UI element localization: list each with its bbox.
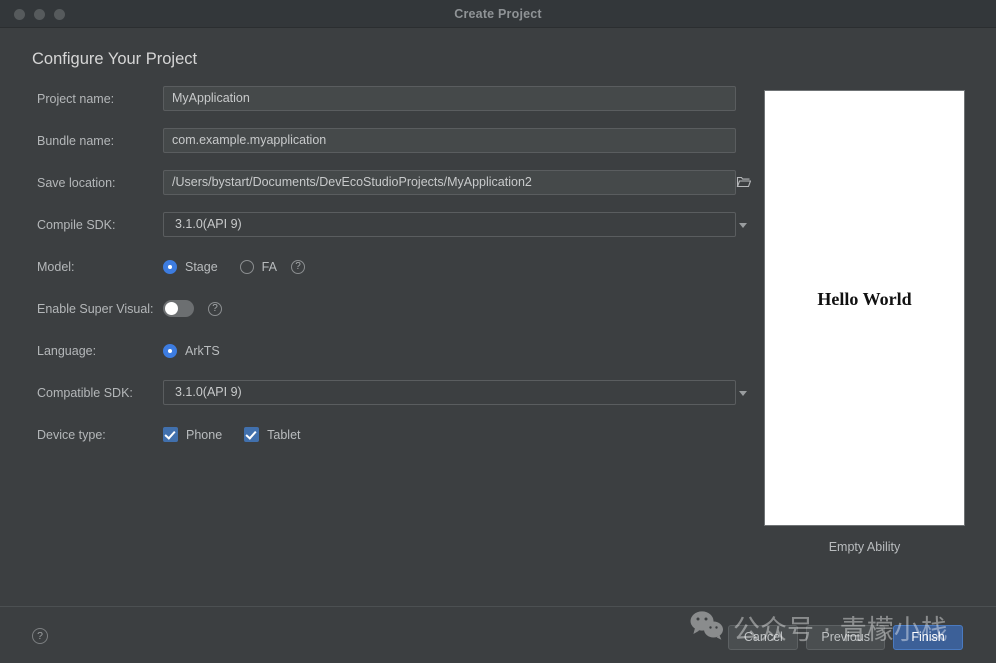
row-super-visual: Enable Super Visual: ? (0, 296, 760, 338)
radio-stage-label[interactable]: Stage (185, 260, 218, 274)
page-title: Configure Your Project (32, 50, 198, 68)
radio-fa[interactable] (239, 259, 254, 274)
device-type-label: Device type: (37, 428, 106, 442)
checkbox-tablet-label[interactable]: Tablet (267, 428, 300, 442)
dialog-body: Configure Your Project Project name: MyA… (0, 28, 996, 606)
radio-fa-label[interactable]: FA (262, 260, 277, 274)
project-name-label: Project name: (37, 92, 115, 106)
device-type-checkbox-group: Phone Tablet (163, 422, 315, 447)
row-project-name: Project name: MyApplication (0, 86, 760, 128)
preview-caption: Empty Ability (828, 540, 901, 554)
bundle-name-input[interactable]: com.example.myapplication (163, 128, 736, 153)
radio-arkts-label[interactable]: ArkTS (185, 344, 220, 358)
chevron-down-icon[interactable] (739, 391, 747, 396)
folder-icon[interactable] (736, 175, 752, 189)
chevron-down-icon[interactable] (739, 223, 747, 228)
project-name-input[interactable]: MyApplication (163, 86, 736, 111)
row-bundle-name: Bundle name: com.example.myapplication (0, 128, 760, 170)
save-location-input[interactable]: /Users/bystart/Documents/DevEcoStudioPro… (163, 170, 736, 195)
compile-sdk-label: Compile SDK: (37, 218, 116, 232)
window-titlebar: Create Project (0, 0, 996, 28)
compatible-sdk-select[interactable]: 3.1.0(API 9) (163, 380, 736, 405)
dialog-footer: ? Cancel Previous Finish (0, 606, 996, 663)
previous-button[interactable]: Previous (806, 625, 885, 650)
create-project-dialog: Create Project Configure Your Project Pr… (0, 0, 996, 663)
bundle-name-label: Bundle name: (37, 134, 115, 148)
language-label: Language: (37, 344, 97, 358)
row-device-type: Device type: Phone Tablet (0, 422, 760, 464)
checkbox-phone-label[interactable]: Phone (186, 428, 222, 442)
radio-stage[interactable] (163, 259, 177, 274)
radio-arkts[interactable] (163, 343, 177, 358)
footer-buttons: Cancel Previous Finish (728, 625, 963, 650)
row-language: Language: ArkTS (0, 338, 760, 380)
phone-preview-frame: Hello World (764, 90, 965, 526)
cancel-button[interactable]: Cancel (728, 625, 799, 650)
model-label: Model: (37, 260, 75, 274)
project-config-form: Project name: MyApplication Bundle name:… (0, 86, 760, 464)
super-visual-help-icon[interactable]: ? (208, 301, 222, 316)
finish-button[interactable]: Finish (893, 625, 963, 650)
compile-sdk-select[interactable]: 3.1.0(API 9) (163, 212, 736, 237)
checkbox-tablet[interactable] (244, 427, 260, 442)
super-visual-controls: ? (163, 296, 222, 321)
row-compile-sdk: Compile SDK: 3.1.0(API 9) (0, 212, 760, 254)
template-preview: Hello World Empty Ability (764, 90, 965, 554)
super-visual-toggle[interactable] (163, 300, 194, 317)
row-compatible-sdk: Compatible SDK: 3.1.0(API 9) (0, 380, 760, 422)
model-help-icon[interactable]: ? (290, 259, 305, 274)
save-location-label: Save location: (37, 176, 116, 190)
window-title: Create Project (454, 7, 542, 21)
super-visual-label: Enable Super Visual: (37, 302, 154, 316)
checkbox-phone[interactable] (163, 427, 178, 442)
preview-screen-text: Hello World (817, 289, 912, 309)
help-icon[interactable]: ? (32, 628, 48, 644)
language-radio-group: ArkTS (163, 338, 242, 363)
row-save-location: Save location: /Users/bystart/Documents/… (0, 170, 760, 212)
compatible-sdk-label: Compatible SDK: (37, 386, 133, 400)
model-radio-group: Stage FA ? (163, 254, 305, 279)
row-model: Model: Stage FA ? (0, 254, 760, 296)
